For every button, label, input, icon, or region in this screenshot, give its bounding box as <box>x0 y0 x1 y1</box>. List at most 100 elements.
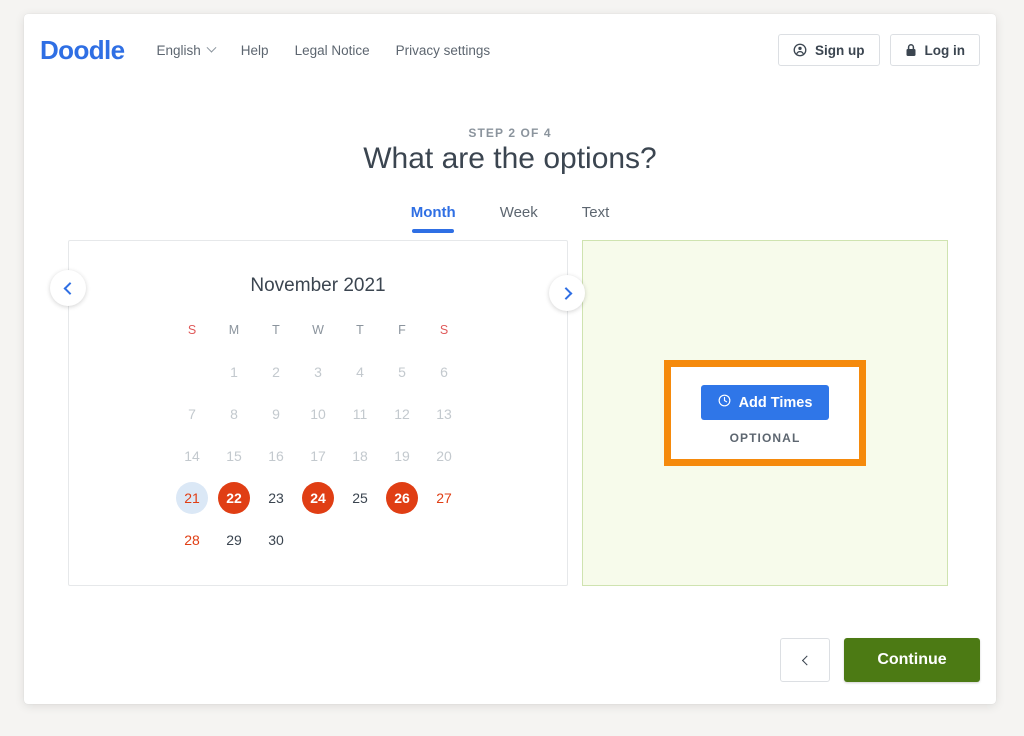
calendar-day-30[interactable]: 30 <box>255 519 297 561</box>
calendar-day-2: 2 <box>255 351 297 393</box>
chevron-left-icon <box>63 281 76 295</box>
header-nav: English Help Legal Notice Privacy settin… <box>156 42 491 58</box>
calendar-day-label-27: 27 <box>436 490 452 506</box>
calendar-day-13: 13 <box>423 393 465 435</box>
calendar-day-12: 12 <box>381 393 423 435</box>
calendar-day-22[interactable]: 22 <box>213 477 255 519</box>
add-times-button[interactable]: Add Times <box>700 385 830 420</box>
calendar-day-label-19: 19 <box>394 448 410 464</box>
calendar-week-row: 7 8 9 10 11 12 13 <box>69 393 567 435</box>
calendar-day-label-2: 2 <box>272 364 280 380</box>
calendar-day-label-22: 22 <box>218 482 250 514</box>
calendar-day-24[interactable]: 24 <box>297 477 339 519</box>
calendar-day-8: 8 <box>213 393 255 435</box>
calendar-day-label-16: 16 <box>268 448 284 464</box>
view-tabs: Month Week Text <box>24 204 996 233</box>
calendar-day-label-4: 4 <box>356 364 364 380</box>
calendar-day-label-14: 14 <box>184 448 200 464</box>
calendar-day-empty <box>297 519 339 561</box>
calendar-panel: November 2021 SMTWTFS 1 2 3 4 5 6 7 8 9 10 11 12 13 1… <box>68 240 568 586</box>
nav-link-help[interactable]: Help <box>241 43 269 58</box>
add-times-highlight-box: Add Times OPTIONAL <box>663 360 867 466</box>
calendar-week-row: 28 29 30 <box>69 519 567 561</box>
language-label: English <box>156 42 201 58</box>
calendar-day-1: 1 <box>213 351 255 393</box>
calendar-day-label-9: 9 <box>272 406 280 422</box>
top-header: Doodle English Help Legal Notice Privacy… <box>24 14 996 86</box>
weekday-header-0: S <box>187 323 197 337</box>
calendar-day-label-10: 10 <box>310 406 326 422</box>
sign-up-label: Sign up <box>815 42 865 58</box>
continue-button[interactable]: Continue <box>844 638 980 682</box>
calendar-day-14: 14 <box>171 435 213 477</box>
calendar-day-empty <box>171 351 213 393</box>
user-icon <box>793 43 807 57</box>
calendar-day-21[interactable]: 21 <box>171 477 213 519</box>
calendar-day-28[interactable]: 28 <box>171 519 213 561</box>
app-card: Doodle English Help Legal Notice Privacy… <box>24 14 996 704</box>
tab-text[interactable]: Text <box>582 204 610 233</box>
calendar-day-label-28: 28 <box>184 532 200 548</box>
calendar-day-29[interactable]: 29 <box>213 519 255 561</box>
calendar-day-empty-label <box>428 524 460 556</box>
doodle-logo[interactable]: Doodle <box>40 35 125 66</box>
log-in-button[interactable]: Log in <box>889 34 980 66</box>
optional-label: OPTIONAL <box>729 431 801 445</box>
calendar-day-11: 11 <box>339 393 381 435</box>
calendar-day-label-7: 7 <box>188 406 196 422</box>
calendar-day-empty <box>381 519 423 561</box>
weekday-header-3: W <box>312 323 324 337</box>
calendar-day-27[interactable]: 27 <box>423 477 465 519</box>
weekday-header-2: T <box>272 323 280 337</box>
calendar-day-label-26: 26 <box>386 482 418 514</box>
calendar-day-label-29: 29 <box>226 532 242 548</box>
auth-buttons: Sign up Log in <box>778 34 980 66</box>
back-button[interactable] <box>780 638 830 682</box>
calendar-day-label-24: 24 <box>302 482 334 514</box>
tab-month[interactable]: Month <box>411 204 456 233</box>
calendar-day-label-17: 17 <box>310 448 326 464</box>
calendar-grid: 1 2 3 4 5 6 7 8 9 10 11 12 13 14 15 16 17 18 19 20 21 22 23 24 2… <box>69 351 567 561</box>
calendar-day-label-15: 15 <box>226 448 242 464</box>
nav-link-legal-notice[interactable]: Legal Notice <box>295 43 370 58</box>
chevron-down-icon <box>206 42 217 53</box>
calendar-day-20: 20 <box>423 435 465 477</box>
next-month-button[interactable] <box>549 275 585 311</box>
calendar-day-23[interactable]: 23 <box>255 477 297 519</box>
calendar-day-label-11: 11 <box>352 406 368 422</box>
calendar-day-26[interactable]: 26 <box>381 477 423 519</box>
calendar-day-5: 5 <box>381 351 423 393</box>
calendar-day-label-8: 8 <box>230 406 238 422</box>
calendar-day-empty-label <box>386 524 418 556</box>
calendar-month-title: November 2021 <box>250 275 386 296</box>
calendar-weekday-header: SMTWTFS <box>69 323 567 337</box>
calendar-day-18: 18 <box>339 435 381 477</box>
nav-link-privacy-settings[interactable]: Privacy settings <box>396 43 491 58</box>
calendar-day-17: 17 <box>297 435 339 477</box>
calendar-day-label-25: 25 <box>352 490 368 506</box>
add-times-label: Add Times <box>738 394 813 411</box>
calendar-week-row: 14 15 16 17 18 19 20 <box>69 435 567 477</box>
log-in-label: Log in <box>924 42 966 58</box>
calendar-day-empty-label <box>344 524 376 556</box>
calendar-day-10: 10 <box>297 393 339 435</box>
calendar-day-4: 4 <box>339 351 381 393</box>
weekday-header-1: M <box>228 323 240 337</box>
calendar-day-empty-label <box>302 524 334 556</box>
chevron-left-icon <box>801 655 812 665</box>
times-panel: Add Times OPTIONAL <box>582 240 948 586</box>
calendar-day-25[interactable]: 25 <box>339 477 381 519</box>
page-title: What are the options? <box>363 142 657 175</box>
calendar-day-7: 7 <box>171 393 213 435</box>
tab-week[interactable]: Week <box>500 204 538 233</box>
step-indicator: STEP 2 OF 4 <box>468 126 552 140</box>
calendar-day-9: 9 <box>255 393 297 435</box>
sign-up-button[interactable]: Sign up <box>778 34 880 66</box>
calendar-day-label-1: 1 <box>230 364 238 380</box>
language-selector[interactable]: English <box>156 42 217 58</box>
clock-icon <box>718 394 731 411</box>
calendar-day-label-13: 13 <box>436 406 452 422</box>
calendar-day-label-20: 20 <box>436 448 452 464</box>
previous-month-button[interactable] <box>50 270 86 306</box>
weekday-header-4: T <box>356 323 364 337</box>
